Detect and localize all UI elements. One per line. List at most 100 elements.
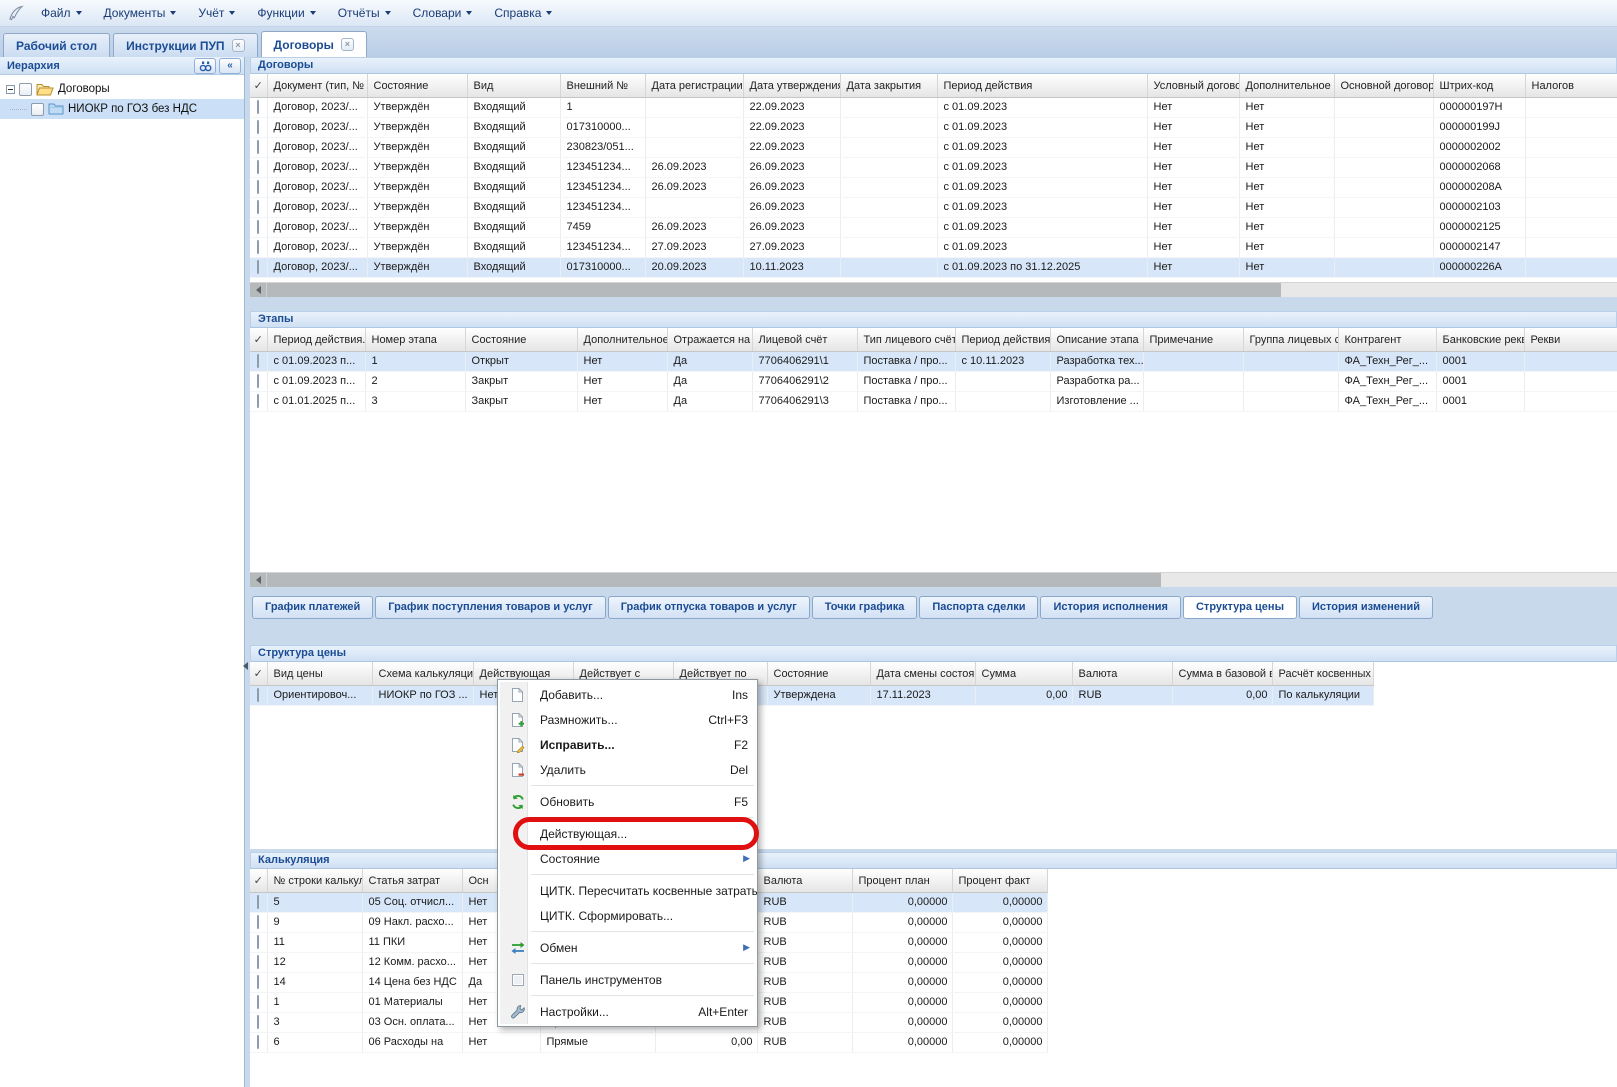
row-checkbox[interactable] [257,1035,259,1049]
detail-tab[interactable]: Точки графика [812,596,918,619]
column-header[interactable]: Документ (тип, № [267,74,367,98]
table-row[interactable]: Ориентировоч...НИОКР по ГОЗ ...Нет27.10.… [250,686,1373,706]
context-menu-item[interactable]: Состояние▶ [498,846,757,871]
context-menu-item[interactable]: Исправить...F2 [498,732,757,757]
table-row[interactable]: с 01.09.2023 п...2ЗакрытНетДа7706406291\… [250,372,1617,392]
menubar-item[interactable]: Отчёты [327,2,402,24]
table-row[interactable]: Договор, 2023/...УтверждёнВходящий230823… [250,138,1617,158]
scroll-thumb[interactable] [266,573,1161,587]
column-header[interactable]: Процент план [852,869,952,893]
tree-node[interactable]: НИОКР по ГОЗ без НДС [0,99,244,119]
stages-hscrollbar[interactable] [250,572,1617,587]
table-row[interactable]: Договор, 2023/...УтверждёнВходящий123451… [250,178,1617,198]
context-menu-item[interactable]: ОбновитьF5 [498,789,757,814]
column-header[interactable]: Условный договор [1147,74,1239,98]
column-header[interactable]: Налогов [1525,74,1617,98]
row-checkbox[interactable] [257,200,259,214]
menubar-item[interactable]: Файл [30,2,93,24]
column-header[interactable]: Период действия л [955,328,1050,352]
table-row[interactable]: Договор, 2023/...УтверждёнВходящий123451… [250,158,1617,178]
row-checkbox[interactable] [257,160,259,174]
row-checkbox[interactable] [257,1015,259,1029]
row-checkbox[interactable] [257,220,259,234]
table-row[interactable]: Договор, 2023/...УтверждёнВходящий017310… [250,258,1617,278]
menubar-item[interactable]: Документы [93,2,188,24]
search-binoculars-icon[interactable] [194,58,216,74]
row-checkbox[interactable] [257,260,259,274]
column-header[interactable]: Расчёт косвенных [1272,662,1373,686]
row-checkbox[interactable] [257,394,259,408]
select-all-header[interactable]: ✓ [250,74,267,98]
column-header[interactable]: Штрих-код [1433,74,1525,98]
row-checkbox[interactable] [257,935,259,949]
column-header[interactable]: Сумма в базовой в [1172,662,1272,686]
column-header[interactable]: Схема калькуляци [372,662,473,686]
select-all-header[interactable]: ✓ [250,662,267,686]
detail-tab[interactable]: Паспорта сделки [919,596,1038,619]
table-row[interactable]: 606 Расходы наНетПрямые0,00RUB0,000000,0… [250,1033,1047,1053]
column-header[interactable]: Состояние [367,74,467,98]
tree-node[interactable]: Договоры [0,79,244,99]
row-checkbox[interactable] [257,120,259,134]
detail-tab[interactable]: История изменений [1299,596,1433,619]
column-header[interactable]: Описание этапа [1050,328,1143,352]
table-row[interactable]: Договор, 2023/...УтверждёнВходящий122.09… [250,98,1617,118]
row-checkbox[interactable] [257,354,259,368]
tree-expander-icon[interactable] [6,85,15,94]
row-checkbox[interactable] [257,140,259,154]
column-header[interactable]: Дата регистрации. [645,74,743,98]
column-header[interactable]: Состояние [767,662,870,686]
tree-checkbox[interactable] [31,103,44,116]
row-checkbox[interactable] [257,955,259,969]
column-header[interactable]: Статья затрат [362,869,462,893]
table-row[interactable]: Договор, 2023/...УтверждёнВходящий745926… [250,218,1617,238]
window-tab[interactable]: Инструкции ПУП× [113,33,257,57]
context-menu-item[interactable]: ЦИТК. Сформировать... [498,903,757,928]
row-checkbox[interactable] [257,180,259,194]
row-checkbox[interactable] [257,895,259,909]
tab-close-icon[interactable]: × [232,39,245,52]
select-all-header[interactable]: ✓ [250,869,267,893]
contracts-hscrollbar[interactable] [250,282,1617,297]
window-tab[interactable]: Договоры× [261,31,367,57]
column-header[interactable]: Состояние [465,328,577,352]
column-header[interactable]: Вид [467,74,560,98]
context-menu-item[interactable]: Обмен▶ [498,935,757,960]
column-header[interactable]: Вид цены [267,662,372,686]
column-header[interactable]: Примечание [1143,328,1243,352]
row-checkbox[interactable] [257,688,259,702]
column-header[interactable]: Группа лицевых сч [1243,328,1338,352]
column-header[interactable]: Контрагент [1338,328,1436,352]
column-header[interactable]: Период действия [937,74,1147,98]
column-header[interactable]: Тип лицевого счёт [857,328,955,352]
scroll-left-icon[interactable] [250,573,266,587]
column-header[interactable]: Дата утверждения [743,74,840,98]
window-tab[interactable]: Рабочий стол [3,33,110,57]
column-header[interactable]: Лицевой счёт [752,328,857,352]
column-header[interactable]: № строки калькул [267,869,362,893]
column-header[interactable]: Основной договор [1334,74,1433,98]
column-header[interactable]: Банковские реквиз [1436,328,1524,352]
detail-tab[interactable]: График платежей [252,596,373,619]
column-header[interactable]: Процент факт [952,869,1047,893]
table-row[interactable]: Договор, 2023/...УтверждёнВходящий123451… [250,238,1617,258]
row-checkbox[interactable] [257,100,259,114]
detail-tab[interactable]: График поступления товаров и услуг [375,596,605,619]
row-checkbox[interactable] [257,240,259,254]
detail-tab[interactable]: График отпуска товаров и услуг [608,596,810,619]
column-header[interactable]: Отражается на су [667,328,752,352]
menubar-item[interactable]: Словари [402,2,484,24]
detail-tab[interactable]: История исполнения [1040,596,1181,619]
column-header[interactable]: Рекви [1524,328,1617,352]
splitter-collapse-icon[interactable] [243,662,248,670]
column-header[interactable]: Сумма [975,662,1072,686]
tab-close-icon[interactable]: × [341,38,354,51]
column-header[interactable]: Дополнительное с [577,328,667,352]
scroll-left-icon[interactable] [250,283,266,297]
row-checkbox[interactable] [257,915,259,929]
column-header[interactable]: Дата смены состоя [870,662,975,686]
select-all-header[interactable]: ✓ [250,328,267,352]
row-checkbox[interactable] [257,995,259,1009]
menubar-item[interactable]: Функции [246,2,326,24]
menubar-item[interactable]: Учёт [187,2,246,24]
